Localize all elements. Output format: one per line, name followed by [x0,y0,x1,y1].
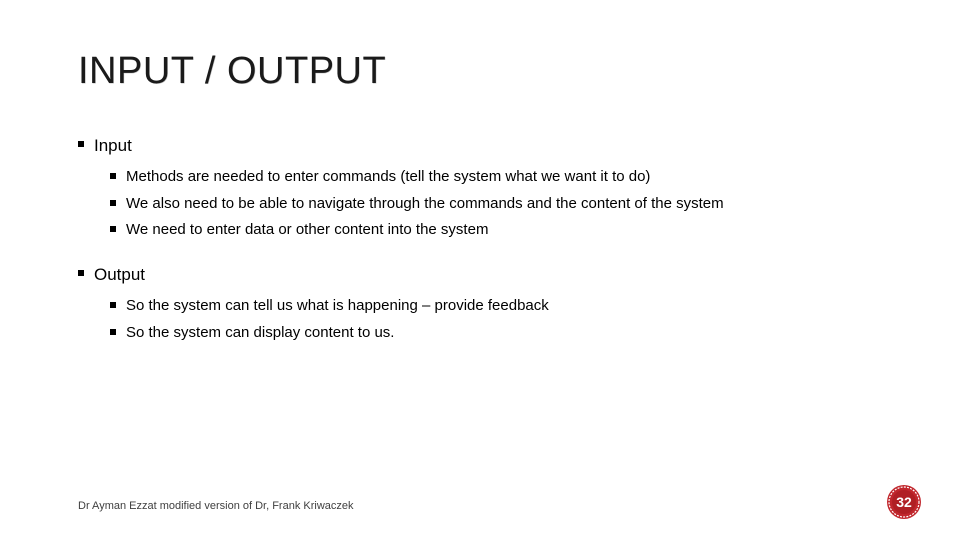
page-number: 32 [886,484,922,520]
bullet-square-icon [78,141,84,147]
bullet-square-icon [110,329,116,335]
list-item-text: So the system can display content to us. [126,321,394,344]
list-item: We also need to be able to navigate thro… [78,192,882,215]
slide-title: INPUT / OUTPUT [78,50,882,93]
footer-credit: Dr Ayman Ezzat modified version of Dr, F… [78,500,354,512]
list-item: So the system can tell us what is happen… [78,294,882,317]
bullet-square-icon [110,302,116,308]
slide: INPUT / OUTPUT Input Methods are needed … [0,0,960,540]
bullet-square-icon [110,173,116,179]
list-item-text: We also need to be able to navigate thro… [126,192,724,215]
list-item: So the system can display content to us. [78,321,882,344]
list-item-text: So the system can tell us what is happen… [126,294,549,317]
bullet-square-icon [110,200,116,206]
list-item: Input [78,133,882,159]
list-item-text: We need to enter data or other content i… [126,218,488,241]
list-item: Methods are needed to enter commands (te… [78,165,882,188]
list-item-text: Methods are needed to enter commands (te… [126,165,650,188]
section-heading: Output [94,262,145,288]
bullet-square-icon [110,226,116,232]
section-heading: Input [94,133,132,159]
bullet-square-icon [78,270,84,276]
page-number-badge: 32 [886,484,922,520]
slide-content: Input Methods are needed to enter comman… [78,133,882,344]
list-item: We need to enter data or other content i… [78,218,882,241]
list-item: Output [78,262,882,288]
